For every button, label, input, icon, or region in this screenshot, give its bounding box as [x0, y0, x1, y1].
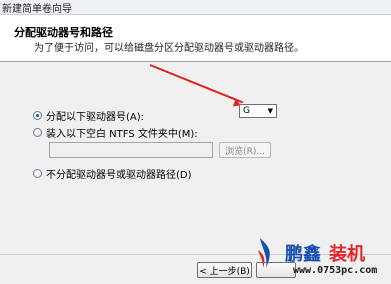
drive-letter-dropdown[interactable]: G ▼ — [239, 104, 277, 118]
window-title: 新建简单卷向导 — [2, 4, 72, 15]
radio-unchecked-icon[interactable] — [33, 127, 42, 137]
wizard-header: 分配驱动器号和路径 为了便于访问，可以给磁盘分区分配驱动器号或驱动器路径。 — [0, 15, 391, 62]
radio-no-assign-label: 不分配驱动器号或驱动器路径(D) — [46, 169, 192, 181]
page-title: 分配驱动器号和路径 — [14, 26, 113, 39]
chevron-down-icon[interactable]: ▼ — [268, 107, 273, 115]
radio-mount-folder[interactable]: 装入以下空白 NTFS 文件夹中(M): — [33, 125, 198, 140]
folder-path-field[interactable] — [49, 142, 213, 158]
watermark-brand-red: 装机 — [329, 244, 365, 265]
page-subtitle: 为了便于访问，可以给磁盘分区分配驱动器号或驱动器路径。 — [34, 43, 304, 54]
radio-mount-folder-label: 装入以下空白 NTFS 文件夹中(M): — [46, 128, 198, 140]
radio-assign-letter[interactable]: 分配以下驱动器号(A): — [33, 108, 145, 123]
watermark-logo — [258, 238, 270, 268]
window-titlebar: 新建简单卷向导 — [0, 0, 391, 15]
back-button[interactable]: < 上一步(B) — [197, 262, 252, 278]
annotation-arrow-line — [149, 64, 244, 104]
radio-unchecked-icon[interactable] — [33, 168, 42, 178]
drive-letter-value: G — [243, 106, 250, 116]
radio-no-assign[interactable]: 不分配驱动器号或驱动器路径(D) — [33, 166, 192, 181]
radio-checked-icon[interactable] — [33, 110, 42, 120]
radio-assign-letter-label: 分配以下驱动器号(A): — [46, 111, 145, 123]
watermark-brand-blue: 鹏鑫 — [285, 244, 321, 265]
watermark-url: www.0753pc.com — [293, 265, 378, 276]
browse-button[interactable]: 浏览(R)... — [219, 142, 271, 158]
